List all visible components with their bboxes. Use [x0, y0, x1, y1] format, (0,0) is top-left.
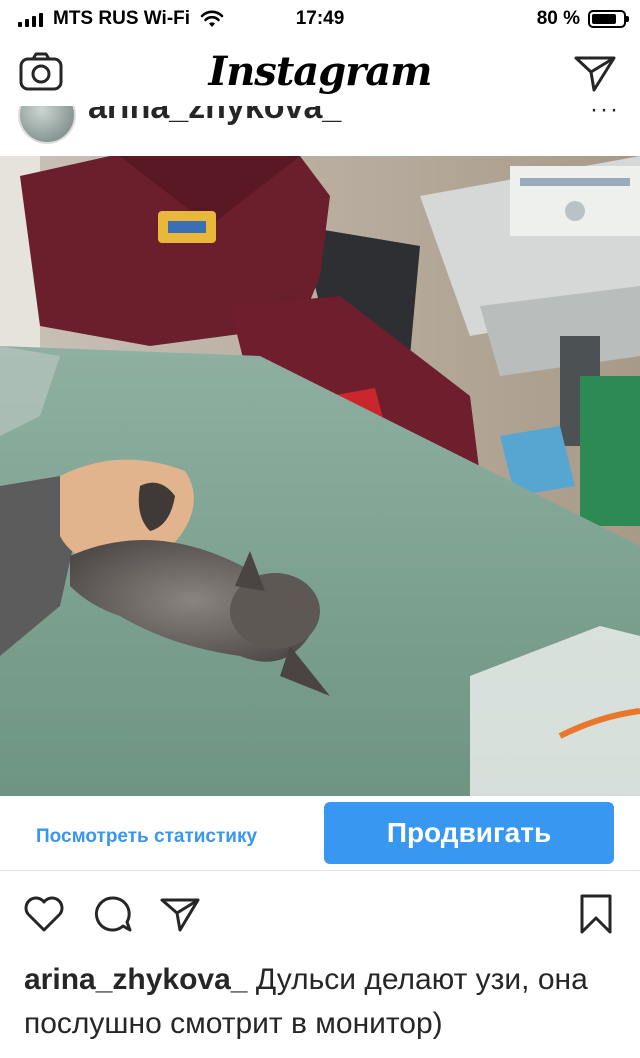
post-header: arina_zhykova_ ···	[0, 106, 640, 156]
share-icon	[160, 898, 200, 932]
bookmark-icon	[580, 894, 612, 934]
instagram-logo: Instagram	[208, 48, 433, 95]
battery-icon	[588, 10, 629, 28]
post-username[interactable]: arina_zhykova_	[88, 106, 341, 127]
view-insights-link[interactable]: Посмотреть статистику	[36, 826, 257, 848]
caption-username[interactable]: arina_zhykova_	[24, 963, 247, 996]
photo-image	[0, 156, 640, 796]
comment-button[interactable]	[90, 892, 134, 936]
promo-row: Посмотреть статистику Продвигать	[0, 796, 640, 871]
post-caption: arina_zhykova_ Дульси делают узи, она по…	[24, 958, 624, 1046]
share-button[interactable]	[158, 892, 202, 936]
save-button[interactable]	[574, 892, 618, 936]
status-bar: MTS RUS Wi-Fi 17:49 80 %	[0, 0, 640, 38]
post-photo[interactable]	[0, 156, 640, 796]
promote-button[interactable]: Продвигать	[324, 802, 614, 864]
direct-send-icon	[574, 56, 616, 92]
avatar[interactable]	[18, 106, 76, 144]
like-button[interactable]	[22, 892, 66, 936]
post-actions	[0, 880, 640, 950]
more-options-button[interactable]: ···	[590, 106, 620, 124]
direct-messages-button[interactable]	[572, 50, 618, 96]
battery-percent: 80 %	[536, 8, 580, 29]
app-header: Instagram	[0, 38, 640, 106]
status-right: 80 %	[536, 8, 629, 30]
comment-icon	[94, 896, 132, 932]
heart-icon	[24, 896, 64, 932]
